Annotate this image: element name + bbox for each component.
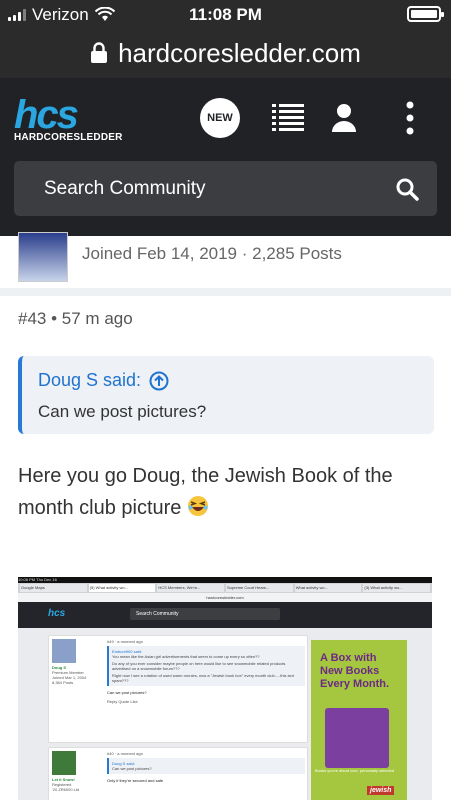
ad-title: A Box with New Books Every Month. (320, 652, 390, 690)
battery-icon (407, 6, 444, 22)
embedded-post: Doug S Premium Member Joined Mar 1, 2004… (48, 635, 308, 743)
embedded-post-body: Only if they're secured and safe (107, 778, 164, 783)
embedded-post-meta: #49 · a moment ago (107, 639, 143, 644)
author-joined: Joined Feb 14, 2019 · 2,285 Posts (82, 244, 342, 263)
embedded-quote: Embum900 said: You mean like the Asian g… (107, 646, 305, 686)
embedded-screenshot[interactable]: 10:08 PM Thu Dec 16 Google Maps (5) What… (18, 577, 432, 800)
lock-icon (91, 42, 108, 63)
embedded-post-actions: Reply Quote Like (107, 699, 138, 704)
embedded-post: Let it Snow! Registered '20 ZR6000 Ltd #… (48, 747, 308, 800)
embedded-quote-line3: Right now I see a rotation of used warm … (112, 673, 294, 683)
embedded-post-content: #40 · a moment ago Doug S said: Can we p… (107, 751, 305, 783)
embedded-tab: Supreme Court Hears... (226, 584, 293, 592)
embedded-quote: Doug S said: Can we post pictures? (107, 758, 305, 774)
embedded-logo: hcs (48, 608, 66, 619)
avatar[interactable] (18, 232, 68, 282)
clock: 11:08 PM (189, 5, 262, 24)
arrow-up-circle-icon[interactable] (149, 371, 169, 391)
embedded-tab: (3) What activity wo... (363, 584, 431, 592)
embedded-user-joined: '20 ZR6000 Ltd (52, 787, 80, 792)
embedded-tab: Google Maps (20, 584, 87, 592)
ad-book-box-image (325, 708, 389, 768)
embedded-tab: (5) What activity wo... (88, 584, 156, 592)
post-age: 57 m ago (61, 309, 133, 328)
new-badge-label: NEW (207, 112, 233, 124)
laughing-emoji-icon (187, 496, 208, 516)
embedded-url: hardcoresledder.com (206, 595, 244, 600)
embedded-thread: Doug S Premium Member Joined Mar 1, 2004… (48, 635, 308, 800)
status-bar: Verizon 11:08 PM (0, 0, 451, 28)
embedded-user-column: Let it Snow! Registered '20 ZR6000 Ltd (52, 751, 102, 792)
embedded-avatar (52, 639, 76, 663)
url-bar[interactable]: hardcoresledder.com (0, 28, 451, 78)
embedded-quote-text: You mean like the Asian girl advertiseme… (112, 654, 260, 659)
embedded-user-posts: 8,384 Posts (52, 680, 74, 685)
post-divider (0, 288, 451, 296)
embedded-quote-line2: Do any of you ever consider maybe people… (112, 661, 286, 671)
embedded-post-content: #49 · a moment ago Embum900 said: You me… (107, 639, 305, 704)
quote-author: Doug S said: (38, 370, 142, 390)
ad-tagline: Books you're about love, personally sele… (315, 768, 395, 773)
quote-text: Can we post pictures? (38, 402, 207, 421)
post-author-row: Joined Feb 14, 2019 · 2,285 Posts (0, 232, 451, 288)
embedded-tab-strip: Google Maps (5) What activity wo... HCS … (18, 583, 432, 593)
logo-wordmark: hcs (14, 93, 79, 137)
embedded-advertisement: A Box with New Books Every Month. Books … (311, 640, 407, 800)
search-placeholder: Search Community (44, 177, 206, 199)
embedded-tab: HCS Members, We're... (157, 584, 225, 592)
quote-author-link[interactable]: Doug S said: (38, 370, 169, 391)
site-header: hcs HARDCORESLEDDER NEW Search Community (0, 78, 451, 236)
post-meta: #43 • 57 m ago (18, 309, 133, 329)
list-icon[interactable] (268, 98, 308, 138)
embedded-reply-text: Can we post pictures? (107, 690, 147, 695)
quote-block: Doug S said: Can we post pictures? (18, 356, 434, 434)
embedded-quote-text: Can we post pictures? (112, 766, 152, 771)
ad-brand: jewish (367, 786, 395, 795)
search-icon[interactable] (395, 177, 419, 201)
post-number[interactable]: #43 (18, 309, 46, 328)
new-posts-button[interactable]: NEW (200, 98, 240, 138)
site-logo[interactable]: hcs HARDCORESLEDDER (14, 93, 124, 144)
embedded-avatar (52, 751, 76, 775)
post-body: Here you go Doug, the Jewish Book of the… (18, 460, 433, 524)
embedded-search: Search Community (130, 608, 280, 620)
embedded-post-meta: #40 · a moment ago (107, 751, 143, 756)
meta-dot: • (51, 309, 62, 328)
logo-subtitle: HARDCORESLEDDER (14, 132, 123, 143)
url-text: hardcoresledder.com (118, 37, 361, 68)
user-icon[interactable] (324, 98, 364, 138)
embedded-tab: What activity wo... (294, 584, 362, 592)
embedded-url-bar: hardcoresledder.com (18, 593, 432, 602)
more-menu-icon[interactable] (390, 98, 430, 138)
embedded-user-column: Doug S Premium Member Joined Mar 1, 2004… (52, 639, 102, 685)
search-input[interactable]: Search Community (14, 161, 437, 216)
embedded-site-header: hcs Search Community (18, 602, 432, 628)
